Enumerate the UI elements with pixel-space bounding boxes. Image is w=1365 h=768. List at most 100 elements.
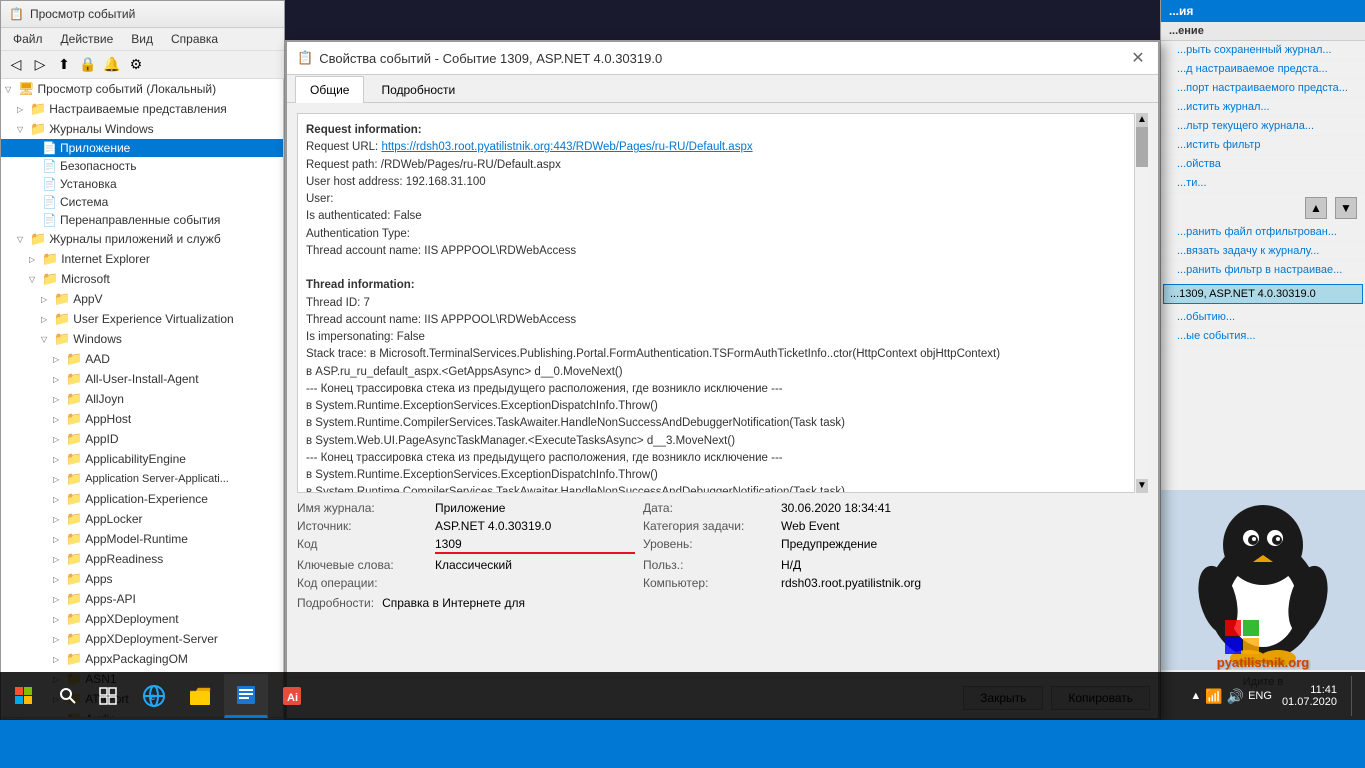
scroll-down-btn[interactable]: ▼ (1136, 479, 1148, 493)
right-panel-action-2[interactable]: ...порт настраиваемого предста... (1161, 79, 1365, 98)
search-taskbar-icon[interactable] (48, 672, 88, 720)
expand-icon: ▷ (53, 435, 63, 444)
tree-item-label: AppXDeployment (85, 612, 178, 626)
right-panel-action-0[interactable]: ...рыть сохраненный журнал... (1161, 41, 1365, 60)
right-panel-action-8[interactable]: ...ранить файл отфильтрован... (1161, 223, 1365, 242)
source-label: Источник: (297, 519, 427, 533)
toolbar-up[interactable]: ⬆ (53, 54, 75, 76)
right-panel-action-6[interactable]: ...ойства (1161, 155, 1365, 174)
taskbar-app-misc[interactable]: Ai (270, 674, 314, 718)
toolbar-forward[interactable]: ▷ (29, 54, 51, 76)
event-text-area[interactable]: Request information: Request URL: https:… (297, 113, 1148, 493)
scroll-thumb[interactable] (1136, 127, 1148, 167)
event-entry-highlight: ...1309, ASP.NET 4.0.30319.0 (1163, 284, 1363, 304)
menu-action[interactable]: Действие (53, 30, 122, 48)
right-panel-event-action-1[interactable]: ...ые события... (1161, 327, 1365, 346)
taskbar-ie[interactable]: e (132, 674, 176, 718)
taskbar-file-explorer[interactable] (178, 674, 222, 718)
tree-item-ie[interactable]: ▷ 📁 Internet Explorer (1, 249, 283, 269)
show-desktop-btn[interactable] (1351, 676, 1357, 716)
folder-icon: 📁 (54, 331, 70, 347)
right-panel-action-9[interactable]: ...вязать задачу к журналу... (1161, 242, 1365, 261)
folder-icon: 📁 (66, 651, 82, 667)
level-value: Предупреждение (781, 537, 981, 554)
tree-item-appsapi[interactable]: ▷ 📁 Apps-API (1, 589, 283, 609)
toolbar-btn1[interactable]: 🔒 (77, 54, 99, 76)
taskbar-clock[interactable]: 11:41 01.07.2020 (1276, 680, 1343, 712)
nav-down[interactable]: ▼ (1335, 197, 1357, 219)
right-panel-action-1[interactable]: ...д настраиваемое предста... (1161, 60, 1365, 79)
tree-item-security[interactable]: 📄 Безопасность (1, 157, 283, 175)
tree-item-setup[interactable]: 📄 Установка (1, 175, 283, 193)
right-panel-action-10[interactable]: ...ранить фильтр в настраивае... (1161, 261, 1365, 280)
tree-item-system[interactable]: 📄 Система (1, 193, 283, 211)
tree-item-aad[interactable]: ▷ 📁 AAD (1, 349, 283, 369)
toolbar-back[interactable]: ◁ (5, 54, 27, 76)
request-info-label: Request information: (306, 124, 422, 136)
details-link[interactable]: Справка в Интернете для (382, 596, 525, 610)
tree-item-appv[interactable]: ▷ 📁 AppV (1, 289, 283, 309)
request-url-link[interactable]: https://rdsh03.root.pyatilistnik.org:443… (381, 141, 752, 153)
tree-item-custom-views[interactable]: ▷ 📁 Настраиваемые представления (1, 99, 283, 119)
nav-up[interactable]: ▲ (1305, 197, 1327, 219)
tree-item-apphost[interactable]: ▷ 📁 AppHost (1, 409, 283, 429)
right-panel-action-4[interactable]: ...льтр текущего журнала... (1161, 117, 1365, 136)
tree-item-apps[interactable]: ▷ 📁 Apps (1, 569, 283, 589)
tree-item-appserver[interactable]: ▷ 📁 Application Server-Applicati... (1, 469, 283, 489)
right-panel-action-7[interactable]: ...ти... (1161, 174, 1365, 193)
watermark-text: pyatilistnik.org (1161, 655, 1365, 670)
tree-panel[interactable]: ▽ 🖥 Просмотр событий (Локальный) ▷ 📁 Нас… (1, 79, 284, 717)
window-titlebar: 📋 Просмотр событий (1, 1, 284, 28)
tree-item-windows[interactable]: ▽ 📁 Windows (1, 329, 283, 349)
toolbar-btn2[interactable]: 🔔 (101, 54, 123, 76)
tree-item-appxpackaging[interactable]: ▷ 📁 AppxPackagingOM (1, 649, 283, 669)
tree-item-appreadiness[interactable]: ▷ 📁 AppReadiness (1, 549, 283, 569)
systray-expand[interactable]: ▲ (1190, 690, 1201, 702)
right-panel-action-5[interactable]: ...истить фильтр (1161, 136, 1365, 155)
tree-item-windows-logs[interactable]: ▽ 📁 Журналы Windows (1, 119, 283, 139)
taskbar-event-viewer[interactable] (224, 674, 268, 718)
tree-root[interactable]: ▽ 🖥 Просмотр событий (Локальный) (1, 79, 283, 99)
menu-file[interactable]: Файл (5, 30, 51, 48)
scroll-up-btn[interactable]: ▲ (1136, 113, 1148, 127)
tree-item-applocker[interactable]: ▷ 📁 AppLocker (1, 509, 283, 529)
tree-item-appexperience[interactable]: ▷ 📁 Application-Experience (1, 489, 283, 509)
tree-item-appxdeploymentserver[interactable]: ▷ 📁 AppXDeployment-Server (1, 629, 283, 649)
tree-item-microsoft[interactable]: ▽ 📁 Microsoft (1, 269, 283, 289)
tree-item-alljoyn[interactable]: ▷ 📁 AllJoyn (1, 389, 283, 409)
tree-item-appmodelruntime[interactable]: ▷ 📁 AppModel-Runtime (1, 529, 283, 549)
tree-item-label: Application-Experience (85, 492, 208, 506)
details-link-label: Подробности: (297, 596, 374, 610)
toolbar: ◁ ▷ ⬆ 🔒 🔔 ⚙ (1, 51, 284, 79)
tree-item-applicabilityengine[interactable]: ▷ 📁 ApplicabilityEngine (1, 449, 283, 469)
tree-item-label: AAD (85, 352, 110, 366)
user-detail-value: Н/Д (781, 558, 981, 572)
tree-item-label: AppXDeployment-Server (85, 632, 218, 646)
folder-icon: 📁 (66, 611, 82, 627)
tab-details[interactable]: Подробности (366, 76, 470, 103)
tree-item-appid[interactable]: ▷ 📁 AppID (1, 429, 283, 449)
dialog-close-button[interactable]: ✕ (1128, 48, 1148, 68)
dialog-tabs: Общие Подробности (287, 75, 1158, 103)
tab-general[interactable]: Общие (295, 76, 364, 103)
right-panel-action-3[interactable]: ...истить журнал... (1161, 98, 1365, 117)
toolbar-btn3[interactable]: ⚙ (125, 54, 147, 76)
right-panel-event-action-0[interactable]: ...обытию... (1161, 308, 1365, 327)
folder-icon: 📁 (66, 451, 82, 467)
tree-item-alluserinstall[interactable]: ▷ 📁 All-User-Install-Agent (1, 369, 283, 389)
text-scrollbar[interactable]: ▲ ▼ (1134, 113, 1148, 493)
tree-item-appxdeployment[interactable]: ▷ 📁 AppXDeployment (1, 609, 283, 629)
dialog-titlebar: 📋 Свойства событий - Событие 1309, ASP.N… (287, 42, 1158, 75)
tree-item-uev[interactable]: ▷ 📁 User Experience Virtualization (1, 309, 283, 329)
tree-item-label: Microsoft (61, 272, 110, 286)
start-button[interactable] (0, 672, 48, 720)
menu-help[interactable]: Справка (163, 30, 226, 48)
tree-item-app-logs[interactable]: ▽ 📁 Журналы приложений и служб (1, 229, 283, 249)
tree-item-application[interactable]: 📄 Приложение (1, 139, 283, 157)
stack-line8: в System.Runtime.CompilerServices.TaskAw… (306, 484, 1139, 493)
task-view-icon[interactable] (88, 672, 128, 720)
systray-language[interactable]: ENG (1248, 690, 1272, 702)
tree-item-forwarded[interactable]: 📄 Перенаправленные события (1, 211, 283, 229)
menu-view[interactable]: Вид (123, 30, 161, 48)
task-cat-label: Категория задачи: (643, 519, 773, 533)
